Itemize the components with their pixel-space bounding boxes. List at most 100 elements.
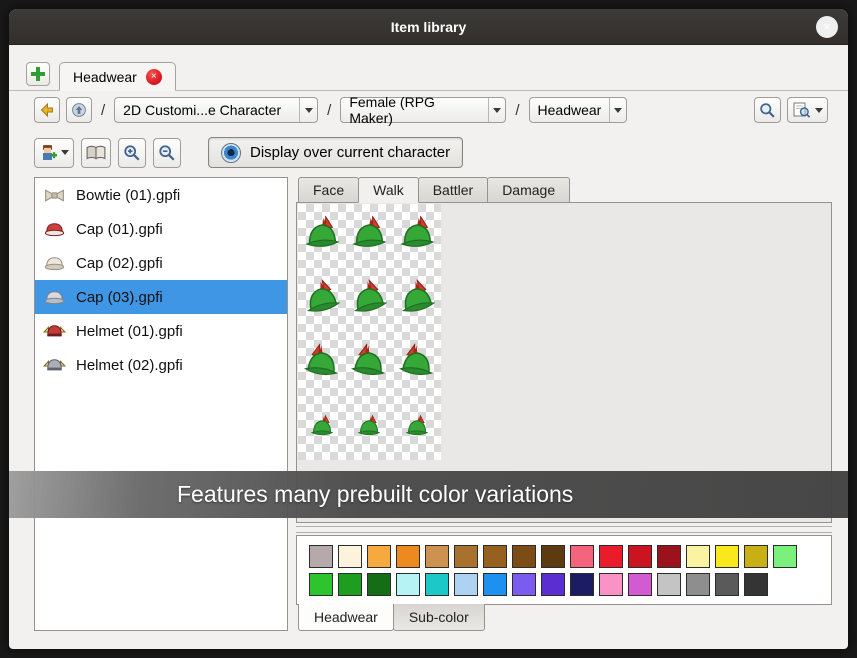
caption-text: Features many prebuilt color variations (177, 481, 573, 508)
color-swatch[interactable] (425, 545, 449, 568)
color-swatch[interactable] (657, 573, 681, 596)
preview-panel: FaceWalkBattlerDamage (296, 177, 832, 631)
color-swatch[interactable] (686, 545, 710, 568)
book-icon (86, 145, 106, 161)
color-swatch[interactable] (599, 545, 623, 568)
palette-tabbar: HeadwearSub-color (298, 604, 832, 631)
list-item[interactable]: Helmet (01).gpfi (35, 314, 287, 348)
color-swatch[interactable] (541, 573, 565, 596)
preview-tab-damage[interactable]: Damage (487, 177, 570, 203)
color-swatch[interactable] (396, 545, 420, 568)
color-swatch[interactable] (570, 573, 594, 596)
cap-white-icon (41, 250, 67, 276)
list-item-label: Cap (02).gpfi (76, 255, 163, 272)
preview-tab-walk[interactable]: Walk (358, 177, 419, 203)
color-swatch[interactable] (454, 573, 478, 596)
category-combo[interactable]: Headwear (529, 97, 627, 123)
sprite-frame (298, 332, 346, 396)
search-button[interactable] (754, 97, 781, 123)
cap-gray-icon (41, 284, 67, 310)
color-swatch[interactable] (570, 545, 594, 568)
main-area: Bowtie (01).gpfi Cap (01).gpfi Cap (02).gp… (34, 177, 832, 631)
combo-arrow-button[interactable] (299, 98, 317, 122)
color-swatch[interactable] (454, 545, 478, 568)
sprite-frame (298, 268, 346, 332)
add-tab-button[interactable] (26, 62, 50, 86)
back-button[interactable] (34, 97, 60, 123)
zoom-out-icon (158, 144, 176, 162)
list-item-label: Cap (01).gpfi (76, 221, 163, 238)
cap-red-icon (41, 216, 67, 242)
app-window: Item library × Headwear × / 2D Customi..… (8, 8, 849, 650)
color-swatch[interactable] (541, 545, 565, 568)
project-combo-value: 2D Customi...e Character (123, 102, 281, 118)
zoom-out-button[interactable] (153, 138, 181, 168)
color-swatch[interactable] (686, 573, 710, 596)
list-item[interactable]: Cap (01).gpfi (35, 212, 287, 246)
color-swatch[interactable] (512, 545, 536, 568)
character-combo[interactable]: Female (RPG Maker) (340, 97, 506, 123)
list-item-label: Helmet (02).gpfi (76, 357, 183, 374)
preview-search-button[interactable] (787, 97, 828, 123)
add-character-button[interactable] (34, 138, 74, 168)
color-palette (296, 535, 832, 605)
list-item[interactable]: Cap (02).gpfi (35, 246, 287, 280)
breadcrumb-separator: / (324, 102, 334, 119)
color-swatch[interactable] (715, 573, 739, 596)
color-swatch[interactable] (309, 545, 333, 568)
color-swatch[interactable] (367, 573, 391, 596)
chevron-down-icon (61, 150, 69, 155)
display-toggle-label: Display over current character (250, 144, 450, 161)
color-swatch[interactable] (483, 545, 507, 568)
document-tabbar: Headwear × (9, 45, 848, 91)
tab-close-icon[interactable]: × (146, 69, 162, 85)
home-icon (71, 102, 87, 118)
combo-arrow-button[interactable] (609, 98, 625, 122)
color-swatch[interactable] (483, 573, 507, 596)
color-swatch[interactable] (715, 545, 739, 568)
page-search-icon (792, 102, 811, 118)
combo-arrow-button[interactable] (488, 98, 506, 122)
preview-tab-face[interactable]: Face (298, 177, 359, 203)
helmet-gray-icon (41, 352, 67, 378)
sprite-frame (393, 332, 441, 396)
color-swatch[interactable] (367, 545, 391, 568)
home-button[interactable] (66, 97, 92, 123)
caption-banner: Features many prebuilt color variations (9, 471, 848, 518)
chevron-down-icon (614, 108, 622, 113)
color-swatch[interactable] (425, 573, 449, 596)
sprite-sheet (298, 204, 441, 460)
palette-tab-headwear[interactable]: Headwear (298, 604, 394, 631)
color-swatch[interactable] (744, 573, 768, 596)
color-swatch[interactable] (657, 545, 681, 568)
color-swatch[interactable] (599, 573, 623, 596)
zoom-in-button[interactable] (118, 138, 146, 168)
color-swatch[interactable] (744, 545, 768, 568)
color-swatch[interactable] (773, 545, 797, 568)
actions-toolbar: Display over current character (9, 129, 848, 172)
list-item[interactable]: Cap (03).gpfi (35, 280, 287, 314)
color-swatch[interactable] (512, 573, 536, 596)
palette-tab-sub-color[interactable]: Sub-color (393, 604, 485, 631)
list-item[interactable]: Helmet (02).gpfi (35, 348, 287, 382)
titlebar[interactable]: Item library × (9, 9, 848, 45)
color-swatch[interactable] (338, 545, 362, 568)
chevron-down-icon (493, 108, 501, 113)
list-item[interactable]: Bowtie (01).gpfi (35, 178, 287, 212)
display-over-character-toggle[interactable]: Display over current character (208, 137, 463, 168)
library-book-button[interactable] (81, 138, 111, 168)
window-close-button[interactable]: × (816, 16, 838, 38)
color-swatch[interactable] (628, 573, 652, 596)
sprite-frame (393, 268, 441, 332)
preview-tab-battler[interactable]: Battler (418, 177, 488, 203)
character-sprite-icon (39, 144, 57, 162)
sprite-frame (346, 332, 394, 396)
tab-headwear[interactable]: Headwear × (59, 62, 176, 91)
color-swatch[interactable] (396, 573, 420, 596)
color-swatch[interactable] (338, 573, 362, 596)
helmet-red-icon (41, 318, 67, 344)
color-swatch[interactable] (309, 573, 333, 596)
project-combo[interactable]: 2D Customi...e Character (114, 97, 318, 123)
panel-splitter[interactable] (296, 526, 832, 533)
color-swatch[interactable] (628, 545, 652, 568)
